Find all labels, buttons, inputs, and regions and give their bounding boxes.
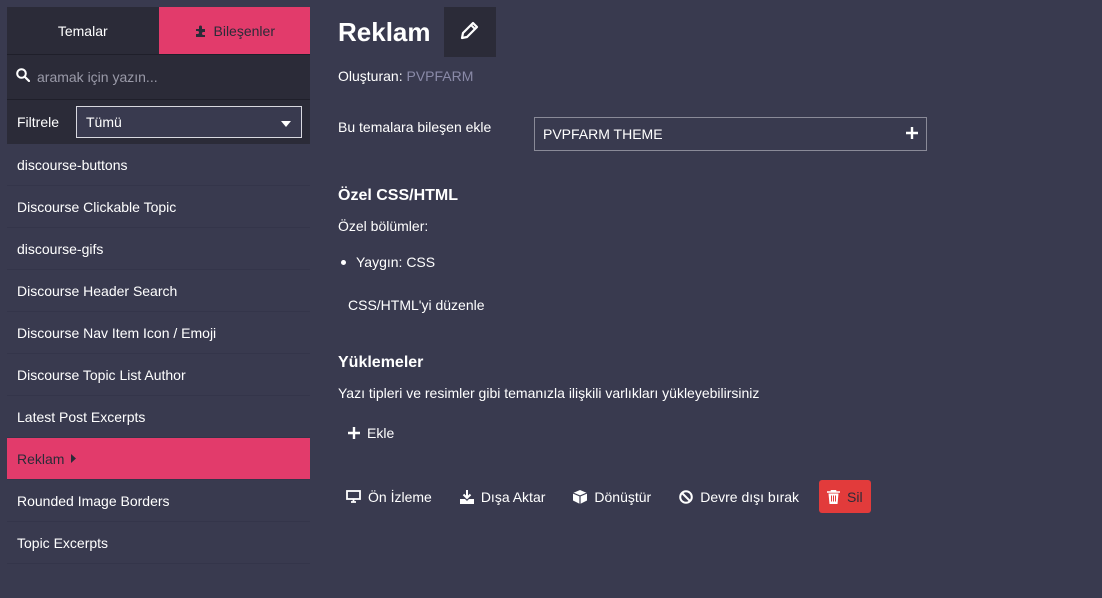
download-icon bbox=[459, 489, 474, 504]
uploads-heading: Yüklemeler bbox=[338, 354, 424, 371]
export-button[interactable]: Dışa Aktar bbox=[452, 480, 554, 513]
bullet-dot bbox=[341, 259, 346, 265]
theme-selector-value: PVPFARM THEME bbox=[543, 126, 663, 142]
ban-icon bbox=[679, 489, 694, 504]
list-item[interactable]: Discourse Topic List Author bbox=[7, 354, 310, 396]
custom-sections-label: Özel bölümler: bbox=[338, 218, 429, 234]
filter-row: Filtrele Tümü bbox=[7, 99, 310, 144]
convert-button[interactable]: Dönüştür bbox=[565, 480, 659, 513]
list-item[interactable]: discourse-gifs bbox=[7, 228, 310, 270]
action-bar: Ön İzleme Dışa Aktar Dönüştür Devre dışı… bbox=[338, 480, 871, 513]
edit-title-button[interactable] bbox=[443, 7, 496, 57]
custom-css-heading: Özel CSS/HTML bbox=[338, 187, 459, 204]
author-label: Oluşturan: bbox=[338, 68, 403, 84]
list-item[interactable]: Rounded Image Borders bbox=[7, 480, 310, 522]
preview-button[interactable]: Ön İzleme bbox=[338, 480, 440, 513]
puzzle-icon bbox=[194, 24, 208, 38]
add-upload-label: Ekle bbox=[367, 425, 395, 441]
list-item-label: discourse-buttons bbox=[17, 156, 128, 173]
list-item-label: Discourse Nav Item Icon / Emoji bbox=[17, 324, 217, 341]
tab-themes[interactable]: Temalar bbox=[7, 7, 159, 54]
desktop-icon bbox=[346, 490, 361, 503]
list-item[interactable]: Discourse Clickable Topic bbox=[7, 186, 310, 228]
author-value[interactable]: PVPFARM bbox=[406, 68, 473, 84]
add-upload-button[interactable]: Ekle bbox=[348, 425, 394, 441]
pencil-icon bbox=[460, 20, 480, 45]
list-item-label: Discourse Clickable Topic bbox=[17, 198, 177, 215]
list-item-label: Discourse Header Search bbox=[17, 282, 178, 299]
caret-down-icon bbox=[281, 114, 291, 130]
filter-select[interactable]: Tümü bbox=[76, 106, 302, 138]
tab-themes-label: Temalar bbox=[57, 22, 108, 39]
list-item[interactable]: Discourse Nav Item Icon / Emoji bbox=[7, 312, 310, 354]
tab-components[interactable]: Bileşenler bbox=[158, 7, 310, 54]
caret-right-icon bbox=[71, 454, 77, 463]
uploads-description: Yazı tipleri ve resimler gibi temanızla … bbox=[338, 385, 760, 401]
custom-section-item: Yaygın: CSS bbox=[338, 254, 435, 270]
filter-selected-value: Tümü bbox=[86, 114, 122, 130]
list-item[interactable]: Topic Excerpts bbox=[7, 522, 310, 564]
sidebar: Temalar Bileşenler Filtrele Tümü discour… bbox=[7, 7, 310, 598]
plus-icon bbox=[348, 427, 360, 439]
disable-button[interactable]: Devre dışı bırak bbox=[671, 480, 807, 513]
list-item-label: Discourse Topic List Author bbox=[17, 366, 186, 383]
list-item[interactable]: Latest Post Excerpts bbox=[7, 396, 310, 438]
list-item-label: Rounded Image Borders bbox=[17, 492, 170, 509]
list-item-label: Topic Excerpts bbox=[17, 534, 109, 551]
preview-label: Ön İzleme bbox=[368, 488, 432, 505]
disable-label: Devre dışı bırak bbox=[700, 488, 800, 505]
list-item-label: Reklam bbox=[17, 450, 65, 467]
convert-label: Dönüştür bbox=[594, 488, 652, 505]
search-input[interactable] bbox=[37, 69, 297, 85]
delete-label: Sil bbox=[847, 488, 863, 505]
list-item[interactable]: discourse-buttons bbox=[7, 144, 310, 186]
filter-label: Filtrele bbox=[17, 114, 60, 130]
page-title: Reklam bbox=[338, 17, 431, 47]
list-item-label: Latest Post Excerpts bbox=[17, 408, 146, 425]
tab-components-label: Bileşenler bbox=[213, 22, 275, 39]
theme-selector[interactable]: PVPFARM THEME bbox=[534, 117, 927, 151]
edit-css-html-button[interactable]: CSS/HTML'yi düzenle bbox=[348, 297, 485, 313]
add-to-themes-label: Bu temalara bileşen ekle bbox=[338, 119, 492, 135]
custom-section-item-label: Yaygın: CSS bbox=[356, 254, 436, 270]
cube-icon bbox=[573, 489, 588, 504]
plus-icon bbox=[906, 126, 918, 142]
search-bar bbox=[7, 54, 310, 99]
title-row: Reklam bbox=[338, 7, 496, 57]
trash-icon bbox=[827, 489, 841, 504]
delete-button[interactable]: Sil bbox=[819, 480, 871, 513]
list-item-active[interactable]: Reklam bbox=[7, 438, 310, 480]
author-line: Oluşturan: PVPFARM bbox=[338, 68, 473, 84]
edit-css-html-label: CSS/HTML'yi düzenle bbox=[348, 297, 485, 313]
list-item[interactable]: Discourse Header Search bbox=[7, 270, 310, 312]
search-icon bbox=[16, 67, 31, 87]
export-label: Dışa Aktar bbox=[480, 488, 546, 505]
list-item-label: discourse-gifs bbox=[17, 240, 104, 257]
component-list: discourse-buttons Discourse Clickable To… bbox=[7, 144, 310, 564]
sidebar-tabs: Temalar Bileşenler bbox=[7, 7, 310, 54]
